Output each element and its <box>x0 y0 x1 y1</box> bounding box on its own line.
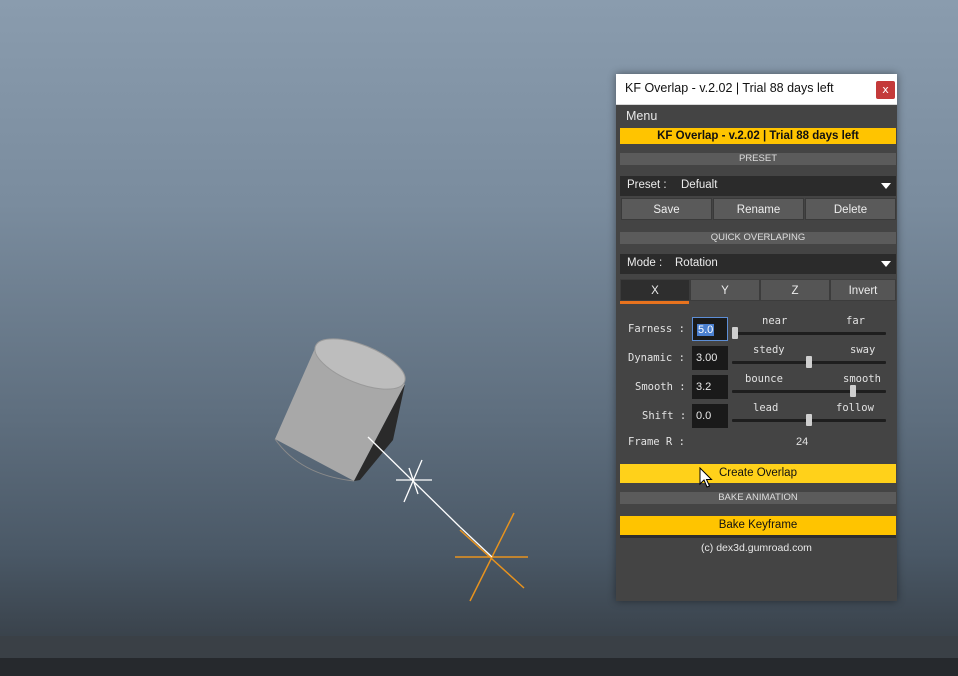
smooth-slider-track[interactable] <box>732 390 886 393</box>
tab-x[interactable]: X <box>620 279 690 301</box>
create-overlap-button[interactable]: Create Overlap <box>620 464 896 483</box>
farness-value: 5.0 <box>697 324 715 336</box>
shift-input[interactable]: 0.0 <box>692 404 728 428</box>
preset-dropdown-arrow[interactable] <box>877 176 896 196</box>
smooth-input[interactable]: 3.2 <box>692 375 728 399</box>
preset-value: Defualt <box>681 179 718 191</box>
close-button[interactable]: x <box>876 81 895 99</box>
window-title: KF Overlap - v.2.02 | Trial 88 days left <box>625 81 834 95</box>
smooth-slider-handle[interactable] <box>850 385 857 397</box>
smooth-left-label: bounce <box>745 373 783 385</box>
mouse-cursor-icon <box>699 467 713 488</box>
quick-overlap-section-header: QUICK OVERLAPING <box>620 232 896 244</box>
version-banner: KF Overlap - v.2.02 | Trial 88 days left <box>620 128 896 144</box>
preset-section-header: PRESET <box>620 153 896 165</box>
dynamic-right-label: sway <box>850 344 876 356</box>
mode-label: Mode : <box>627 257 663 269</box>
smooth-label: Smooth : <box>635 381 686 393</box>
mode-dropdown[interactable]: Mode : Rotation <box>620 254 877 274</box>
shift-left-label: lead <box>753 402 779 414</box>
chevron-down-icon <box>881 261 891 267</box>
farness-left-label: near <box>762 315 788 327</box>
cylinder-object[interactable] <box>274 328 412 482</box>
dynamic-slider-handle[interactable] <box>806 356 812 368</box>
farness-label: Farness : <box>628 323 685 335</box>
tab-invert[interactable]: Invert <box>830 279 896 301</box>
smooth-right-label: smooth <box>843 373 881 385</box>
farness-slider-handle[interactable] <box>732 327 738 339</box>
title-bar[interactable]: KF Overlap - v.2.02 | Trial 88 days left… <box>616 74 897 105</box>
bake-animation-section-header: BAKE ANIMATION <box>620 492 896 504</box>
shift-label: Shift : <box>642 410 687 422</box>
bake-keyframe-button[interactable]: Bake Keyframe <box>620 516 896 535</box>
active-tab-indicator <box>620 301 689 304</box>
shift-slider-handle[interactable] <box>806 414 812 426</box>
shift-right-label: follow <box>836 402 874 414</box>
frame-range-label: Frame R : <box>628 436 685 448</box>
kf-overlap-window: KF Overlap - v.2.02 | Trial 88 days left… <box>616 74 897 601</box>
tab-y[interactable]: Y <box>690 279 760 301</box>
preset-label: Preset : <box>627 179 667 191</box>
chevron-down-icon <box>881 183 891 189</box>
menu-button[interactable]: Menu <box>626 109 657 123</box>
save-button[interactable]: Save <box>621 198 712 220</box>
farness-right-label: far <box>846 315 865 327</box>
credit-text: (c) dex3d.gumroad.com <box>701 542 812 554</box>
mode-dropdown-arrow[interactable] <box>877 254 896 274</box>
orange-locator[interactable] <box>455 512 528 602</box>
mode-value: Rotation <box>675 257 718 269</box>
delete-button[interactable]: Delete <box>805 198 896 220</box>
frame-range-value: 24 <box>796 436 809 448</box>
bake-button-underline <box>620 535 896 538</box>
rename-button[interactable]: Rename <box>713 198 804 220</box>
dynamic-input[interactable]: 3.00 <box>692 346 728 370</box>
farness-slider-track[interactable] <box>732 332 886 335</box>
preset-dropdown[interactable]: Preset : Defualt <box>620 176 877 196</box>
dynamic-left-label: stedy <box>753 344 785 356</box>
dynamic-label: Dynamic : <box>628 352 685 364</box>
tab-z[interactable]: Z <box>760 279 830 301</box>
white-locator[interactable] <box>367 436 461 528</box>
farness-input[interactable]: 5.0 <box>692 317 728 341</box>
